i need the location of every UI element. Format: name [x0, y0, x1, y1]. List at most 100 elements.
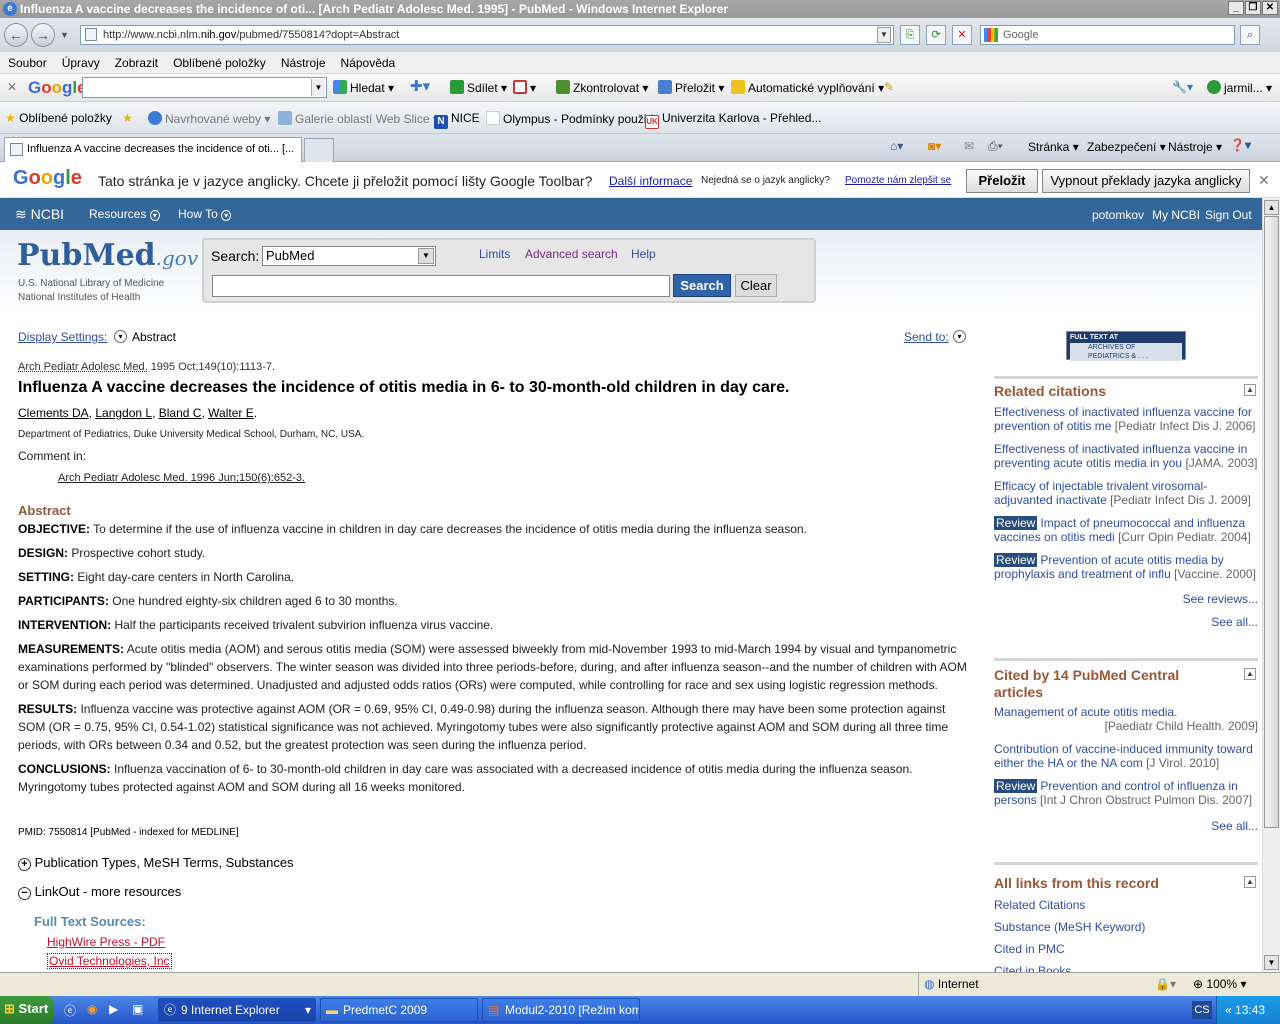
fav-olympus[interactable]: Olympus - Podmínky použití: [486, 111, 653, 126]
comment-link[interactable]: Arch Pediatr Adolesc Med. 1996 Jun;150(6…: [58, 472, 305, 484]
translate-page-button[interactable]: Přeložit: [966, 169, 1038, 193]
help-improve-link[interactable]: Pomozte nám zlepšit se: [845, 175, 951, 186]
disable-translate-button[interactable]: Vypnout překlady jazyka anglicky: [1042, 169, 1250, 193]
language-indicator[interactable]: CS: [1192, 1001, 1212, 1019]
zoom-control[interactable]: ⊕ 100% ▾: [1193, 977, 1246, 991]
resources-menu[interactable]: Resources ▾: [89, 207, 160, 221]
autofill-button[interactable]: Automatické vyplňování ▾: [731, 80, 884, 95]
menu-favorites[interactable]: Oblíbené položky: [173, 56, 266, 70]
scroll-thumb[interactable]: [1264, 216, 1279, 828]
fulltext-source-link[interactable]: Ovid Technologies, Inc: [47, 953, 172, 969]
new-tab-button[interactable]: [304, 138, 334, 162]
scroll-up-icon[interactable]: ▲: [1264, 200, 1279, 215]
translate-button[interactable]: Přeložit ▾: [658, 80, 724, 95]
address-input[interactable]: http://www.ncbi.nlm.nih.gov/pubmed/75508…: [80, 25, 894, 45]
tray-expand-icon[interactable]: «: [1225, 1003, 1232, 1017]
advanced-search-link[interactable]: Advanced search: [525, 247, 618, 261]
user-name-link[interactable]: potomkov: [1092, 208, 1144, 222]
fav-nice[interactable]: N NICE: [434, 111, 480, 129]
toolbar-search-input[interactable]: ▼: [82, 77, 327, 98]
help-icon[interactable]: ❓▾: [1230, 138, 1251, 152]
quicklaunch-ie-icon[interactable]: ⓔ: [64, 1002, 76, 1019]
close-window-button[interactable]: ✕: [1262, 1, 1278, 15]
tools-menu[interactable]: Nástroje ▾: [1168, 140, 1222, 154]
protected-mode-icon[interactable]: 🔒▾: [1155, 977, 1176, 991]
forward-button[interactable]: →: [31, 23, 55, 47]
see-all-cited-link[interactable]: See all...: [994, 819, 1258, 833]
fav-suggested-sites[interactable]: Navrhované weby ▾: [148, 111, 270, 126]
related-item[interactable]: Review Prevention of acute otitis media b…: [994, 553, 1258, 590]
menu-file[interactable]: Soubor: [8, 56, 47, 70]
favorites-button[interactable]: ★ Oblíbené položky: [5, 111, 112, 125]
history-dropdown-icon[interactable]: ▼: [60, 30, 69, 40]
address-dropdown-icon[interactable]: ▼: [877, 27, 891, 43]
related-item[interactable]: Effectiveness of inactivated influenza v…: [994, 405, 1258, 442]
wrench-icon[interactable]: 🔧▾: [1172, 80, 1193, 94]
send-to-link[interactable]: Send to:: [904, 330, 949, 344]
author-link[interactable]: Langdon L: [95, 406, 152, 420]
pubmed-logo[interactable]: PubMed.gov: [17, 238, 198, 273]
display-settings-chevron-icon[interactable]: ▾: [114, 330, 127, 343]
search-button[interactable]: Search: [673, 274, 731, 297]
task-folder[interactable]: ▬ PredmetC 2009: [320, 998, 478, 1022]
cited-item[interactable]: Contribution of vaccine-induced immunity…: [994, 742, 1258, 779]
print-icon[interactable]: ⎙▾: [988, 139, 1003, 154]
maximize-button[interactable]: ❐: [1245, 1, 1261, 15]
send-to-chevron-icon[interactable]: ▾: [953, 330, 966, 343]
cited-item[interactable]: Review Prevention and control of influenz…: [994, 779, 1258, 810]
pubmed-search-input[interactable]: [212, 275, 670, 297]
quicklaunch-media-icon[interactable]: ▶: [109, 1002, 118, 1016]
related-item[interactable]: Effectiveness of inactivated influenza v…: [994, 442, 1258, 479]
share-button[interactable]: Sdílet ▾: [450, 80, 507, 95]
journal-link[interactable]: Arch Pediatr Adolesc Med.: [18, 361, 148, 373]
quicklaunch-desktop-icon[interactable]: ▣: [132, 1002, 143, 1016]
start-button[interactable]: ⊞ Start: [0, 996, 54, 1024]
howto-menu[interactable]: How To ▾: [178, 207, 232, 221]
account-button[interactable]: jarmil... ▾: [1207, 80, 1272, 95]
my-ncbi-link[interactable]: My NCBI: [1152, 208, 1200, 222]
database-select[interactable]: PubMed ▼: [262, 246, 436, 266]
publication-types-toggle[interactable]: + Publication Types, MeSH Terms, Substan…: [18, 855, 294, 871]
related-collapse-icon[interactable]: ▲: [1244, 384, 1256, 396]
menu-edit[interactable]: Úpravy: [62, 56, 100, 70]
toolbar-search-button[interactable]: Hledat ▾: [333, 80, 394, 95]
mail-icon[interactable]: ✉: [964, 139, 974, 153]
popup-blocker-button[interactable]: ▾: [513, 80, 536, 95]
fav-web-slice[interactable]: Galerie oblastí Web Slice ▾: [278, 111, 439, 126]
menu-view[interactable]: Zobrazit: [115, 56, 158, 70]
close-translate-icon[interactable]: ✕: [1258, 172, 1270, 189]
record-link-item[interactable]: Related Citations: [994, 898, 1258, 920]
display-settings-link[interactable]: Display Settings:: [18, 330, 107, 344]
author-link[interactable]: Walter E: [208, 406, 254, 420]
fulltext-source-link[interactable]: HighWire Press - PDF: [47, 935, 165, 949]
page-menu[interactable]: Stránka ▾: [1028, 140, 1079, 154]
fulltext-archives-badge[interactable]: FULL TEXT AT ARCHIVES OF PEDIATRICS & . …: [1066, 331, 1186, 361]
see-all-related-link[interactable]: See all...: [994, 615, 1258, 629]
cited-item[interactable]: Management of acute otitis media. [Paedi…: [994, 705, 1258, 742]
ncbi-logo[interactable]: ≋ NCBI: [15, 206, 64, 223]
task-powerpoint[interactable]: ▤ Modul2-2010 [Režim kom...: [482, 998, 640, 1022]
scroll-down-icon[interactable]: ▼: [1264, 955, 1279, 970]
author-link[interactable]: Clements DA: [18, 406, 89, 420]
related-item[interactable]: Review Impact of pneumococcal and influen…: [994, 516, 1258, 553]
search-icon[interactable]: ⌕: [1240, 25, 1260, 45]
related-item[interactable]: Efficacy of injectable trivalent virosom…: [994, 479, 1258, 516]
add-favorite-icon[interactable]: ★: [122, 111, 133, 125]
refresh-icon[interactable]: ⟳: [926, 25, 946, 45]
record-link-item[interactable]: Cited in Books: [994, 964, 1258, 972]
help-link[interactable]: Help: [631, 247, 656, 261]
see-reviews-link[interactable]: See reviews...: [994, 592, 1258, 606]
cited-collapse-icon[interactable]: ▲: [1244, 668, 1256, 680]
task-internet-explorer[interactable]: ⓔ 9 Internet Explorer ▾: [158, 998, 316, 1022]
record-link-item[interactable]: Cited in PMC: [994, 942, 1258, 964]
minimize-button[interactable]: _: [1228, 1, 1244, 15]
back-button[interactable]: ←: [4, 23, 28, 47]
clear-button[interactable]: Clear: [735, 274, 777, 297]
record-link-item[interactable]: Substance (MeSH Keyword): [994, 920, 1258, 942]
limits-link[interactable]: Limits: [479, 247, 510, 261]
home-icon[interactable]: ⌂▾: [890, 139, 903, 153]
author-link[interactable]: Bland C: [159, 406, 202, 420]
vertical-scrollbar[interactable]: ▲ ▼: [1262, 198, 1280, 972]
fav-univerzita[interactable]: UK Univerzita Karlova - Přehled...: [645, 111, 821, 129]
safety-menu[interactable]: Zabezpečení ▾: [1087, 140, 1166, 154]
